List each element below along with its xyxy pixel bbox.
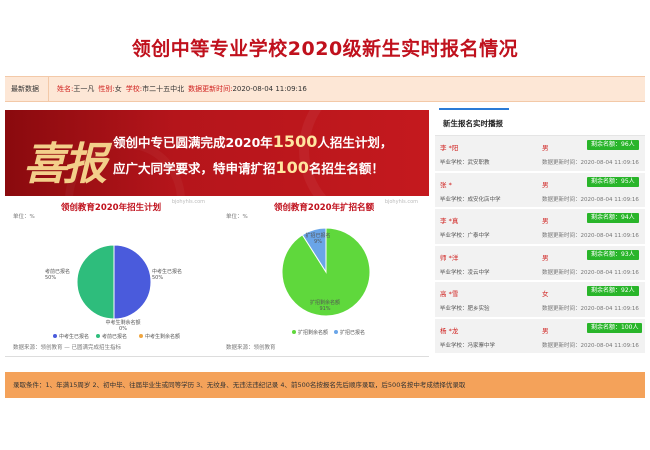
gender-label: 性别: — [98, 85, 115, 93]
slice-label: 中考生剩余名额 0% — [105, 319, 140, 332]
update-label: 数据更新时间: — [188, 85, 233, 93]
expansion-quota-pie: 扩招剩余名额 91%扩招已报名 9%扩招剩余名额 扩招已报名 — [281, 227, 371, 336]
enrollment-feed: 新生报名实时播报 李 *阳男剩余名额：96人 毕业学校：武安职教 数据更新时间：20… — [435, 108, 645, 358]
student-gender: 男 — [542, 217, 549, 225]
watermark: bjohyhls.com — [171, 199, 205, 205]
chart-unit: 单位：% — [13, 214, 35, 220]
banner-line-1-tail: 人招生计划， — [317, 135, 393, 150]
admission-conditions: 录取条件：1、年满15周岁 2、初中毕、往届毕业生或同等学历 3、无纹身、无违法… — [5, 372, 645, 398]
student-gender: 男 — [542, 144, 549, 152]
student-name: 李 *真 — [440, 217, 459, 225]
banner-line-2: 应广大同学要求，特申请扩招100名招生名额！ — [113, 158, 384, 177]
student-name: 张 * — [440, 180, 452, 189]
student-gender: 男 — [542, 253, 549, 262]
update-time: 数据更新时间：2020-08-04 11:09:16 — [542, 196, 639, 203]
latest-info-bar: 最新数据 姓名: 王一凡 性别: 女 学校: 市二十五中北 数据更新时间: 20… — [5, 76, 645, 102]
student-name: 师 *洋 — [440, 253, 459, 262]
slice-label: 考前已报名 50% — [45, 268, 70, 281]
legend-label[interactable]: 考前已报名 — [102, 333, 127, 340]
graduate-school: 毕业学校：肥乡实验 — [440, 306, 490, 312]
feed-title[interactable]: 新生报名实时播报 — [443, 118, 503, 129]
legend-marker[interactable] — [139, 334, 143, 338]
graduate-school: 毕业学校：广泰中学 — [440, 233, 490, 239]
enrollment-plan-chart: 中考生已报名 50% 考前已报名 50% 中考生剩余名额 0% 中考生已报名 考前已报名 中考生… — [5, 196, 217, 356]
legend-label[interactable]: 扩招剩余名额 — [298, 329, 328, 336]
feed-list: 李 *阳男剩余名额：96人 毕业学校：武安职教 数据更新时间：2020-08-04 … — [435, 136, 645, 355]
gender-value: 女 — [114, 85, 122, 93]
update-time: 数据更新时间：2020-08-04 11:09:16 — [542, 269, 639, 276]
banner-line-1-text: 领创中专已圆满完成2020年 — [113, 135, 273, 150]
expansion-quota-chart: 扩招剩余名额 91% 扩招已报名 9% 扩招剩余名额 扩招已报名 领创教育2020年扩招名… — [218, 196, 430, 356]
remaining-quota-badge: 剩余名额：94人 — [587, 213, 639, 223]
legend-marker[interactable] — [53, 334, 57, 338]
banner-line-1-number: 1500 — [272, 132, 318, 151]
legend-marker[interactable] — [334, 330, 338, 334]
feed-tab-indicator — [439, 108, 509, 110]
page-title: 领创中等专业学校2020级新生实时报名情况 — [131, 38, 519, 60]
feed-item: 李 *阳 男 剩余名额：96人毕业学校：武安职教 数据更新时间：2020-08-04 … — [435, 136, 645, 173]
pie-slice[interactable] — [76, 244, 115, 320]
chart-unit: 单位：% — [226, 214, 248, 220]
student-gender: 男 — [542, 326, 549, 335]
name-label: 姓名: — [57, 85, 74, 93]
graduate-school: 毕业学校：凌云中学 — [440, 269, 490, 276]
graduate-school: 毕业学校：冯家寨中学 — [440, 342, 496, 349]
banner-line-1: 领创中专已圆满完成2020年1500人招生计划， — [113, 132, 392, 151]
legend-marker[interactable] — [292, 330, 296, 334]
feed-item: 杨 *龙 男 剩余名额：100人毕业学校：冯家寨中学 数据更新时间：2020-08-0… — [435, 318, 645, 355]
legend-label[interactable]: 中考生剩余名额 — [145, 333, 180, 340]
student-name: 杨 *龙 — [440, 326, 459, 335]
remaining-quota-badge: 剩余名额：92人 — [587, 286, 639, 296]
graduate-school: 毕业学校：武安职教 — [440, 160, 490, 166]
legend-label[interactable]: 扩招已报名 — [340, 329, 365, 336]
chart-divider — [5, 356, 429, 357]
update-value: 2020-08-04 11:09:16 — [232, 85, 307, 93]
feed-header: 新生报名实时播报 — [435, 108, 645, 136]
chart-source: 数据来源：领创教育 — 已圆满完成招生指标 — [13, 345, 121, 351]
school-label: 学校: — [125, 85, 143, 93]
update-time: 数据更新时间：2020-08-04 11:09:16 — [542, 160, 639, 166]
chart-source: 数据来源：领创教育 — [226, 345, 276, 351]
legend-marker[interactable] — [96, 334, 100, 338]
update-time: 数据更新时间：2020-08-04 11:09:16 — [542, 233, 639, 239]
banner-line-2-text: 应广大同学要求，特申请扩招 — [113, 161, 276, 176]
pie-slice[interactable] — [113, 244, 152, 320]
update-time: 数据更新时间：2020-08-04 11:09:16 — [542, 342, 639, 349]
feed-item: 师 *洋 男 剩余名额：93人毕业学校：凌云中学 数据更新时间：2020-08-04 … — [435, 245, 645, 282]
feed-item: 高 *雪 女 剩余名额：92人毕业学校：肥乡实验 数据更新时间：2020-08-04 … — [435, 282, 645, 319]
remaining-quota-badge: 剩余名额：93人 — [587, 249, 639, 260]
update-time: 数据更新时间：2020-08-04 11:09:16 — [542, 306, 639, 312]
announcement-banner: 喜报 领创中专已圆满完成2020年1500人招生计划， 应广大同学要求，特申请扩… — [5, 110, 429, 196]
student-name: 李 *阳 — [440, 144, 459, 152]
slice-label: 中考生已报名 50% — [152, 268, 182, 281]
info-separator — [48, 76, 49, 102]
banner-decoration — [299, 110, 429, 196]
banner-headline: 喜报 — [23, 139, 107, 190]
remaining-quota-badge: 剩余名额：100人 — [587, 322, 643, 333]
remaining-quota-badge: 剩余名额：96人 — [587, 140, 639, 150]
latest-data-label: 最新数据 — [11, 85, 39, 93]
name-value: 王一凡 — [73, 85, 95, 93]
feed-item: 李 *真 男 剩余名额：94人毕业学校：广泰中学 数据更新时间：2020-08-04 … — [435, 209, 645, 246]
student-gender: 女 — [542, 290, 549, 298]
legend-label[interactable]: 中考生已报名 — [59, 333, 89, 340]
student-gender: 男 — [542, 180, 549, 189]
feed-item: 张 * 男 剩余名额：95人毕业学校：成安化店中学 数据更新时间：2020-08-04… — [435, 172, 645, 209]
watermark: bjohyhls.com — [384, 199, 418, 205]
enrollment-plan-pie: 中考生已报名 50% 考前已报名 50% 中考生剩余名额 0% 中考生已报名 考前已报名 中考生… — [45, 244, 182, 340]
banner-line-2-number: 100 — [275, 158, 309, 177]
remaining-quota-badge: 剩余名额：95人 — [587, 176, 639, 187]
graduate-school: 毕业学校：成安化店中学 — [440, 196, 501, 203]
banner-line-2-tail: 名招生名额！ — [308, 161, 384, 176]
school-value: 市二十五中北 — [142, 85, 185, 93]
student-name: 高 *雪 — [440, 290, 459, 298]
